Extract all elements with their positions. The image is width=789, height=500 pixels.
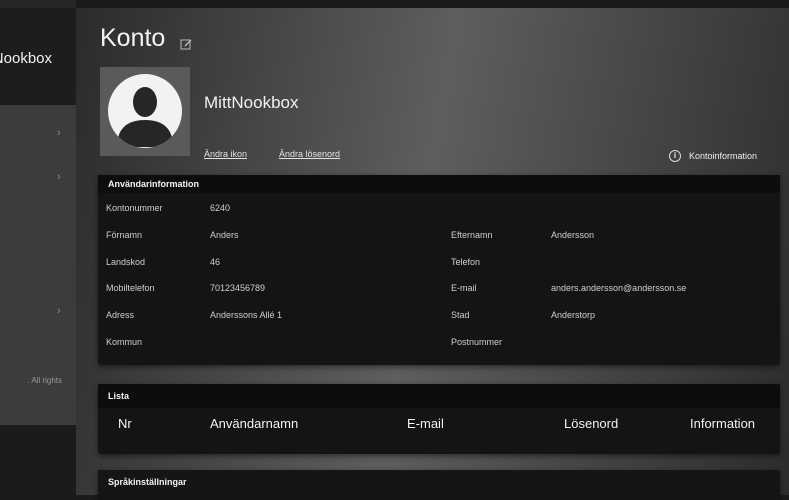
- list-table-header: Nr Användarnamn E-mail Lösenord Informat…: [98, 408, 780, 436]
- chevron-right-icon[interactable]: ›: [57, 171, 61, 183]
- user-avatar-icon: [108, 74, 182, 148]
- last-name-value: Andersson: [551, 229, 595, 240]
- chevron-right-icon[interactable]: ›: [57, 127, 61, 139]
- brand-name: Nookbox: [0, 50, 52, 67]
- info-row: Förnamn Anders Efternamn Andersson: [98, 222, 780, 249]
- last-name-label: Efternamn: [451, 229, 493, 240]
- user-info-card: Användarinformation Kontonummer 6240 För…: [98, 175, 780, 365]
- first-name-value: Anders: [210, 229, 239, 240]
- column-header[interactable]: Lösenord: [564, 416, 618, 431]
- copyright-text: . All rights: [27, 376, 62, 385]
- column-header[interactable]: Användarnamn: [210, 416, 298, 431]
- language-settings-header: Språkinställningar: [98, 470, 780, 494]
- account-info-button[interactable]: i Kontoinformation: [668, 150, 757, 162]
- info-row: Landskod 46 Telefon: [98, 249, 780, 276]
- edit-icon[interactable]: [180, 38, 192, 50]
- mobile-label: Mobiltelefon: [106, 283, 155, 294]
- account-info-label: Kontoinformation: [688, 151, 757, 161]
- column-header[interactable]: Information: [690, 416, 755, 431]
- chevron-right-icon[interactable]: ›: [57, 305, 61, 317]
- column-header[interactable]: E-mail: [407, 416, 444, 431]
- info-row: Mobiltelefon 70123456789 E-mail anders.a…: [98, 275, 780, 302]
- country-code-label: Landskod: [106, 256, 146, 267]
- first-name-label: Förnamn: [106, 229, 143, 240]
- avatar: [100, 67, 190, 156]
- user-info-header: Användarinformation: [98, 175, 780, 193]
- sidebar: Nookbox › › › . All rights: [0, 0, 76, 495]
- language-settings-card: Språkinställningar: [98, 470, 780, 500]
- address-label: Adress: [106, 310, 135, 321]
- email-value: anders.andersson@andersson.se: [551, 283, 687, 294]
- postal-code-label: Postnummer: [451, 336, 503, 347]
- page-title: Konto: [100, 24, 166, 52]
- main-content: Konto MittNookbox Ändra ikon Ändra lösen…: [76, 8, 789, 500]
- address-value: Anderssons Allé 1: [210, 310, 283, 321]
- account-username: MittNookbox: [204, 93, 299, 112]
- mobile-value: 70123456789: [210, 283, 266, 294]
- change-password-link[interactable]: Ändra lösenord: [279, 149, 340, 159]
- city-label: Stad: [451, 310, 470, 321]
- info-icon: i: [668, 150, 681, 162]
- country-code-value: 46: [210, 256, 221, 267]
- change-icon-link[interactable]: Ändra ikon: [204, 149, 247, 159]
- list-header: Lista: [98, 384, 780, 408]
- list-card: Lista Nr Användarnamn E-mail Lösenord In…: [98, 384, 780, 454]
- account-number-value: 6240: [210, 203, 231, 213]
- info-row: Kommun Postnummer: [98, 329, 780, 356]
- account-number-label: Kontonummer: [106, 203, 163, 213]
- city-value: Anderstorp: [551, 310, 596, 321]
- info-row: Kontonummer 6240: [98, 195, 780, 222]
- sidebar-brand[interactable]: Nookbox: [0, 8, 76, 105]
- info-row: Adress Anderssons Allé 1 Stad Anderstorp: [98, 302, 780, 329]
- column-header[interactable]: Nr: [118, 416, 132, 431]
- municipality-label: Kommun: [106, 336, 143, 347]
- email-label: E-mail: [451, 283, 477, 294]
- sidebar-footer: [0, 425, 76, 495]
- phone-label: Telefon: [451, 256, 481, 267]
